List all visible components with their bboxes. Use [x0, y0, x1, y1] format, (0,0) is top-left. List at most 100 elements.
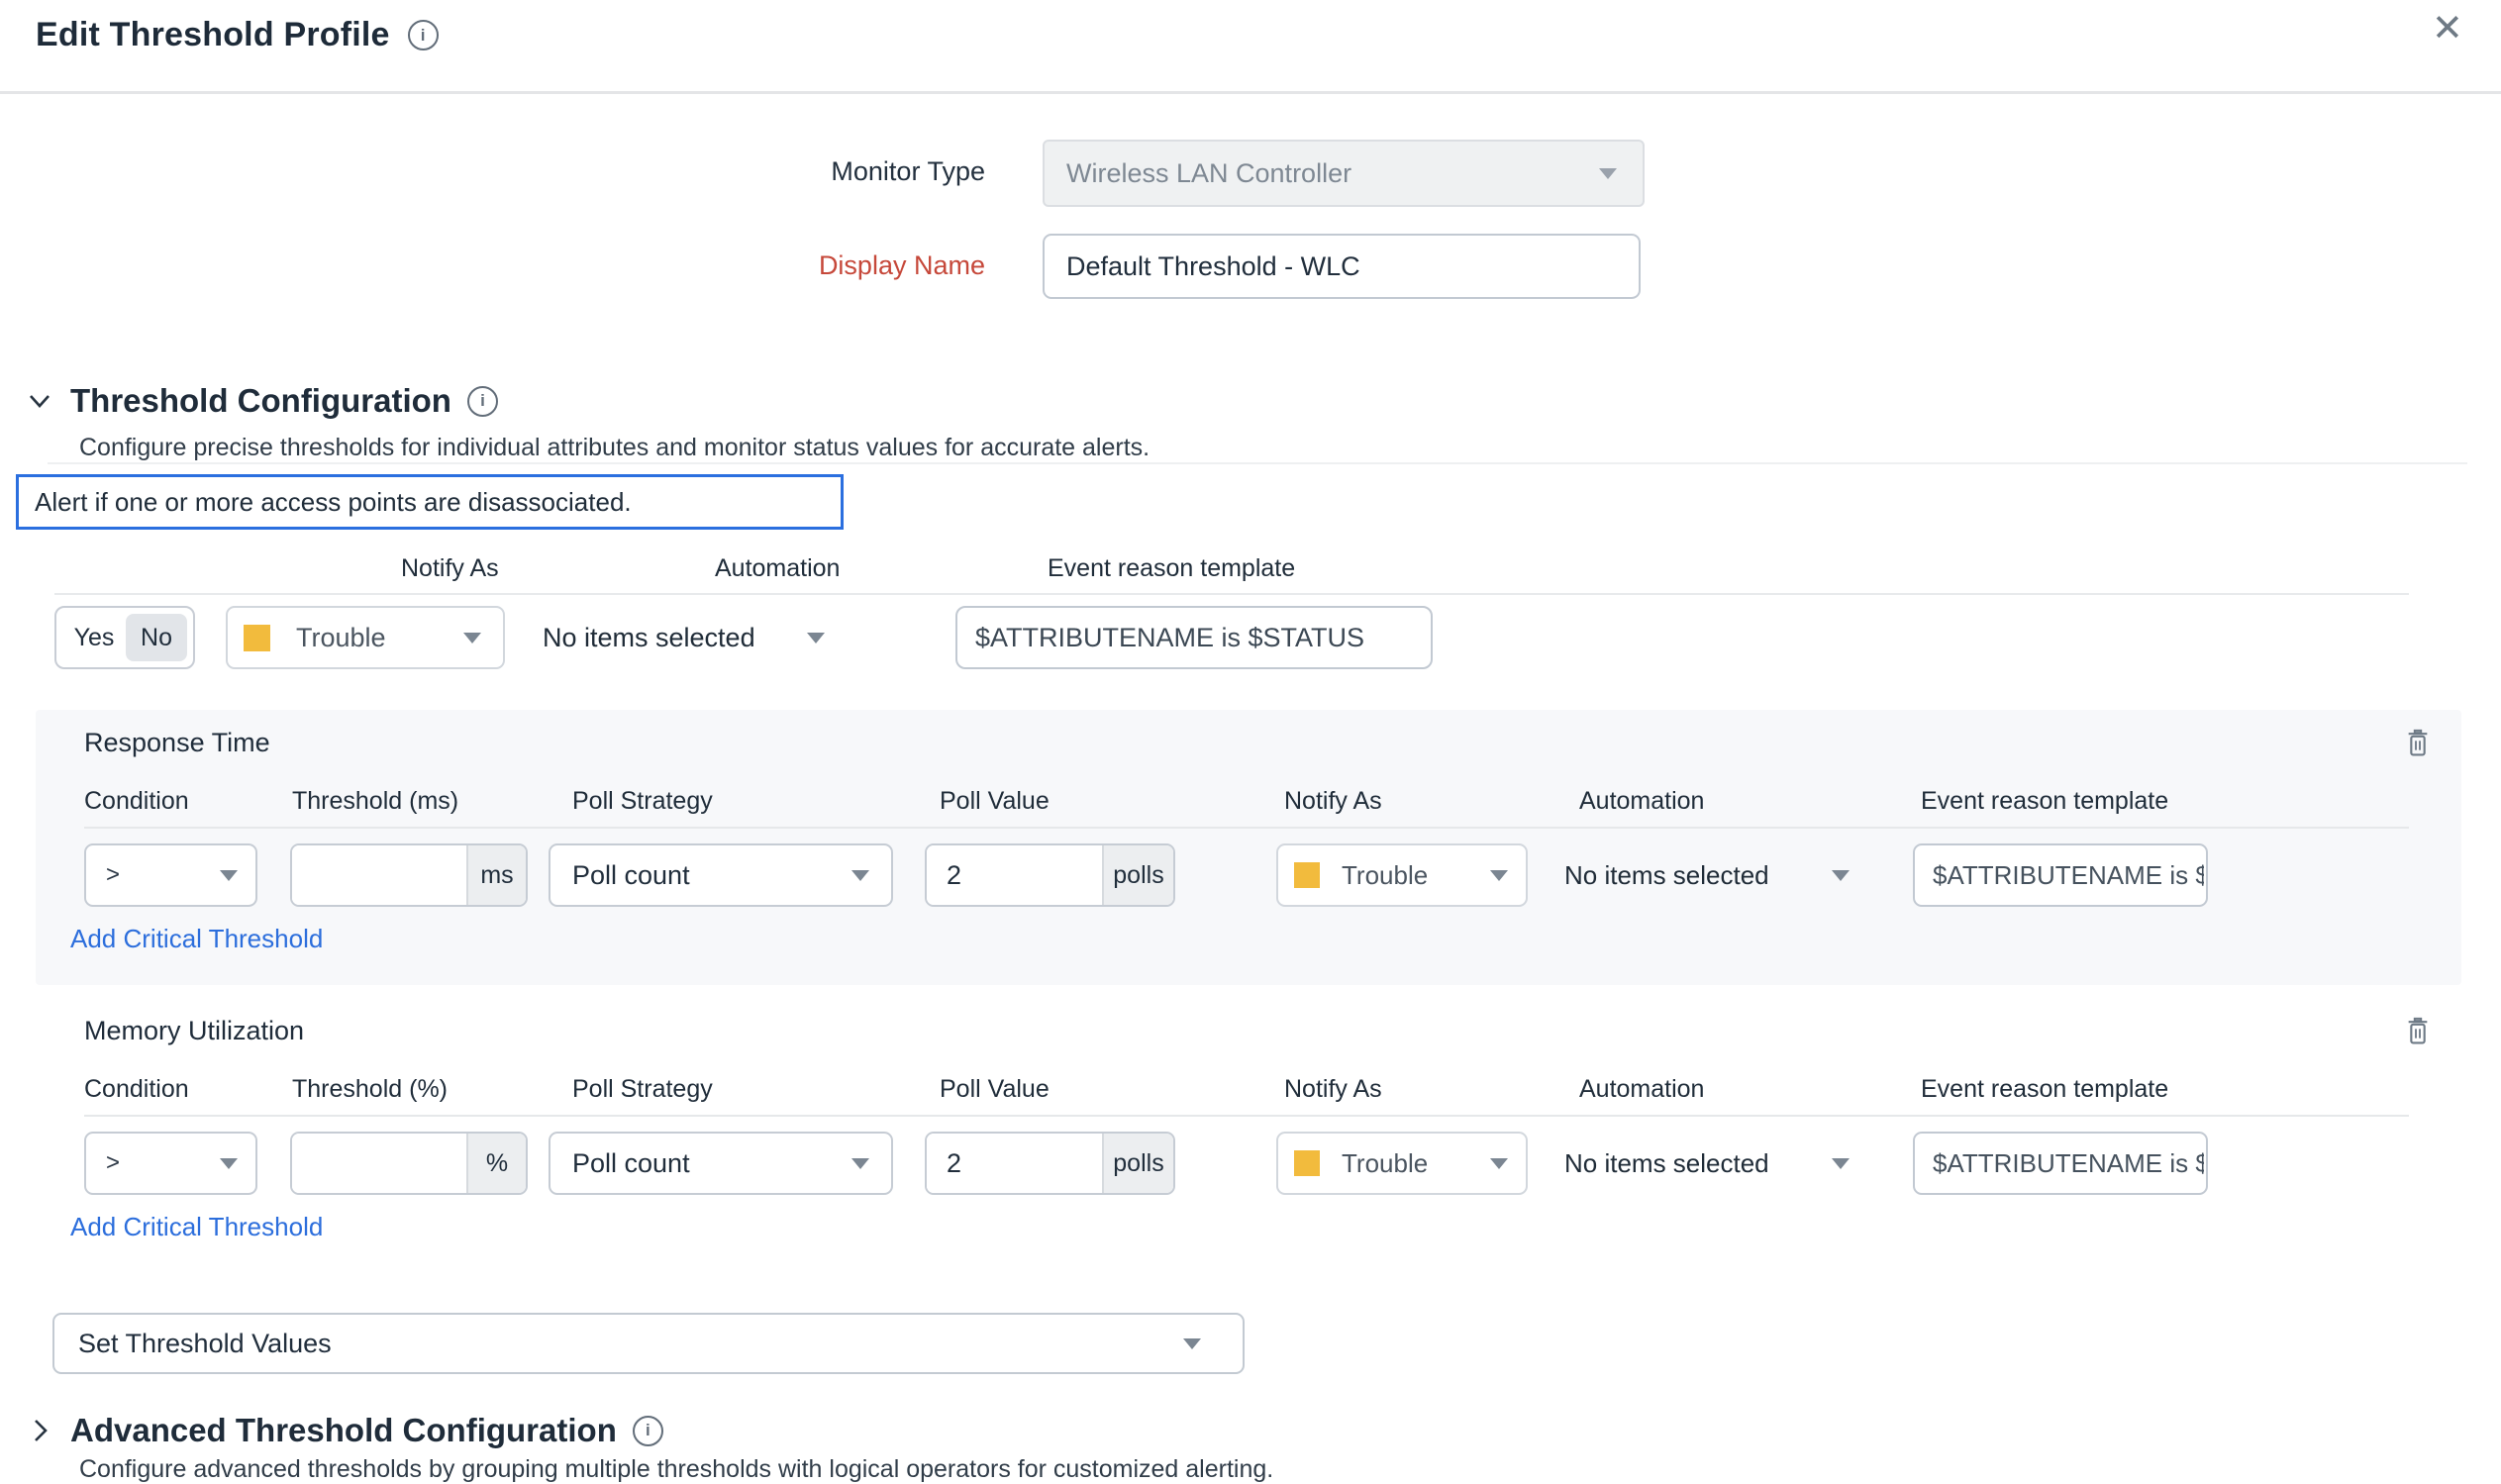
threshold-input-group: ms: [290, 843, 528, 907]
event-reason-header: Event reason template: [1921, 787, 2168, 816]
poll-value-field[interactable]: [927, 845, 1102, 905]
threshold-unit-suffix: %: [466, 1134, 526, 1193]
advanced-threshold-configuration-header[interactable]: Advanced Threshold Configuration i: [25, 1412, 663, 1449]
delete-icon[interactable]: [2402, 726, 2434, 761]
poll-strategy-select[interactable]: Poll count: [549, 1132, 893, 1195]
event-reason-template-field[interactable]: [955, 606, 1433, 669]
chevron-down-icon: [25, 386, 54, 416]
chevron-down-icon: [851, 1158, 869, 1169]
threshold-value-field[interactable]: [292, 845, 466, 905]
chevron-down-icon: [1832, 870, 1850, 881]
dialog-header: Edit Threshold Profile i: [36, 16, 439, 54]
event-reason-header: Event reason template: [1921, 1075, 2168, 1104]
toggle-no-option-selected[interactable]: No: [126, 614, 187, 661]
threshold-unit-suffix: ms: [466, 845, 526, 905]
automation-value: No items selected: [1564, 860, 1769, 891]
poll-unit-suffix: polls: [1102, 1134, 1173, 1193]
poll-value-input-group: polls: [925, 1132, 1175, 1195]
poll-value-input-group: polls: [925, 843, 1175, 907]
info-icon[interactable]: i: [408, 20, 439, 50]
close-icon[interactable]: ✕: [2432, 10, 2463, 48]
monitor-type-label: Monitor Type: [634, 156, 985, 187]
automation-header: Automation: [1579, 787, 1704, 816]
section-title: Advanced Threshold Configuration: [70, 1412, 617, 1449]
trouble-status-swatch: [244, 625, 270, 651]
poll-value-header: Poll Value: [940, 787, 1050, 816]
chevron-down-icon: [1490, 1158, 1508, 1169]
threshold-input-group: %: [290, 1132, 528, 1195]
chevron-down-icon: [220, 1158, 238, 1169]
section-title: Threshold Configuration: [70, 382, 451, 420]
threshold-configuration-header[interactable]: Threshold Configuration i: [25, 382, 498, 420]
threshold-header: Threshold (%): [292, 1075, 448, 1104]
set-threshold-values-label: Set Threshold Values: [54, 1329, 332, 1359]
condition-value: >: [86, 861, 120, 889]
header-divider: [0, 91, 2501, 94]
row-divider: [54, 593, 2409, 595]
attribute-alert-row[interactable]: Alert if one or more access points are d…: [16, 474, 844, 530]
threshold-section: Response Time Condition Threshold (ms) P…: [36, 710, 2461, 985]
toggle-yes-option[interactable]: Yes: [62, 624, 126, 652]
alert-yes-no-toggle[interactable]: Yes No: [54, 606, 195, 669]
poll-value-header: Poll Value: [940, 1075, 1050, 1104]
row-divider: [84, 1115, 2409, 1117]
notify-as-value: Trouble: [296, 623, 386, 653]
poll-unit-suffix: polls: [1102, 845, 1173, 905]
poll-strategy-header: Poll Strategy: [572, 1075, 713, 1104]
chevron-down-icon: [807, 633, 825, 643]
advanced-threshold-subtitle: Configure advanced thresholds by groupin…: [79, 1455, 1273, 1484]
event-reason-template-field[interactable]: [1913, 843, 2208, 907]
chevron-right-icon: [25, 1416, 54, 1445]
display-name-field[interactable]: [1043, 234, 1641, 299]
condition-select[interactable]: >: [84, 843, 257, 907]
automation-select[interactable]: No items selected: [543, 606, 840, 669]
automation-header: Automation: [1579, 1075, 1704, 1104]
page-title: Edit Threshold Profile: [36, 16, 390, 54]
notify-as-header: Notify As: [1284, 787, 1382, 816]
event-reason-header: Event reason template: [1048, 554, 1295, 583]
poll-strategy-value: Poll count: [550, 860, 690, 891]
threshold-header: Threshold (ms): [292, 787, 458, 816]
notify-as-select[interactable]: Trouble: [226, 606, 505, 669]
add-critical-threshold-link[interactable]: Add Critical Threshold: [70, 924, 323, 954]
row-divider: [84, 827, 2409, 829]
delete-icon[interactable]: [2402, 1014, 2434, 1049]
automation-header: Automation: [715, 554, 840, 583]
notify-as-value: Trouble: [1342, 1148, 1428, 1179]
set-threshold-values-select[interactable]: Set Threshold Values: [52, 1313, 1245, 1374]
display-name-label: Display Name: [634, 250, 985, 281]
poll-value-field[interactable]: [927, 1134, 1102, 1193]
chevron-down-icon: [1490, 870, 1508, 881]
condition-header: Condition: [84, 1075, 189, 1104]
attribute-name: Response Time: [84, 728, 270, 758]
automation-value: No items selected: [1564, 1148, 1769, 1179]
notify-as-header: Notify As: [401, 554, 499, 583]
info-icon[interactable]: i: [467, 386, 498, 417]
chevron-down-icon: [1599, 168, 1617, 179]
event-reason-template-field[interactable]: [1913, 1132, 2208, 1195]
attribute-name: Memory Utilization: [84, 1016, 304, 1046]
automation-select[interactable]: No items selected: [1564, 1132, 1861, 1195]
automation-value: No items selected: [543, 623, 755, 653]
condition-header: Condition: [84, 787, 189, 816]
chevron-down-icon: [1183, 1338, 1201, 1349]
monitor-type-value: Wireless LAN Controller: [1045, 158, 1351, 189]
automation-select[interactable]: No items selected: [1564, 843, 1861, 907]
notify-as-select[interactable]: Trouble: [1276, 843, 1528, 907]
threshold-configuration-subtitle: Configure precise thresholds for individ…: [79, 434, 1150, 462]
info-icon[interactable]: i: [633, 1416, 663, 1446]
threshold-value-field[interactable]: [292, 1134, 466, 1193]
monitor-type-select[interactable]: Wireless LAN Controller: [1043, 140, 1645, 207]
notify-as-header: Notify As: [1284, 1075, 1382, 1104]
notify-as-select[interactable]: Trouble: [1276, 1132, 1528, 1195]
trouble-status-swatch: [1294, 862, 1320, 888]
poll-strategy-select[interactable]: Poll count: [549, 843, 893, 907]
add-critical-threshold-link[interactable]: Add Critical Threshold: [70, 1212, 323, 1242]
chevron-down-icon: [851, 870, 869, 881]
condition-select[interactable]: >: [84, 1132, 257, 1195]
section-divider: [48, 462, 2467, 464]
trouble-status-swatch: [1294, 1150, 1320, 1176]
notify-as-value: Trouble: [1342, 860, 1428, 891]
threshold-section: Memory Utilization Condition Threshold (…: [36, 998, 2461, 1273]
poll-strategy-header: Poll Strategy: [572, 787, 713, 816]
